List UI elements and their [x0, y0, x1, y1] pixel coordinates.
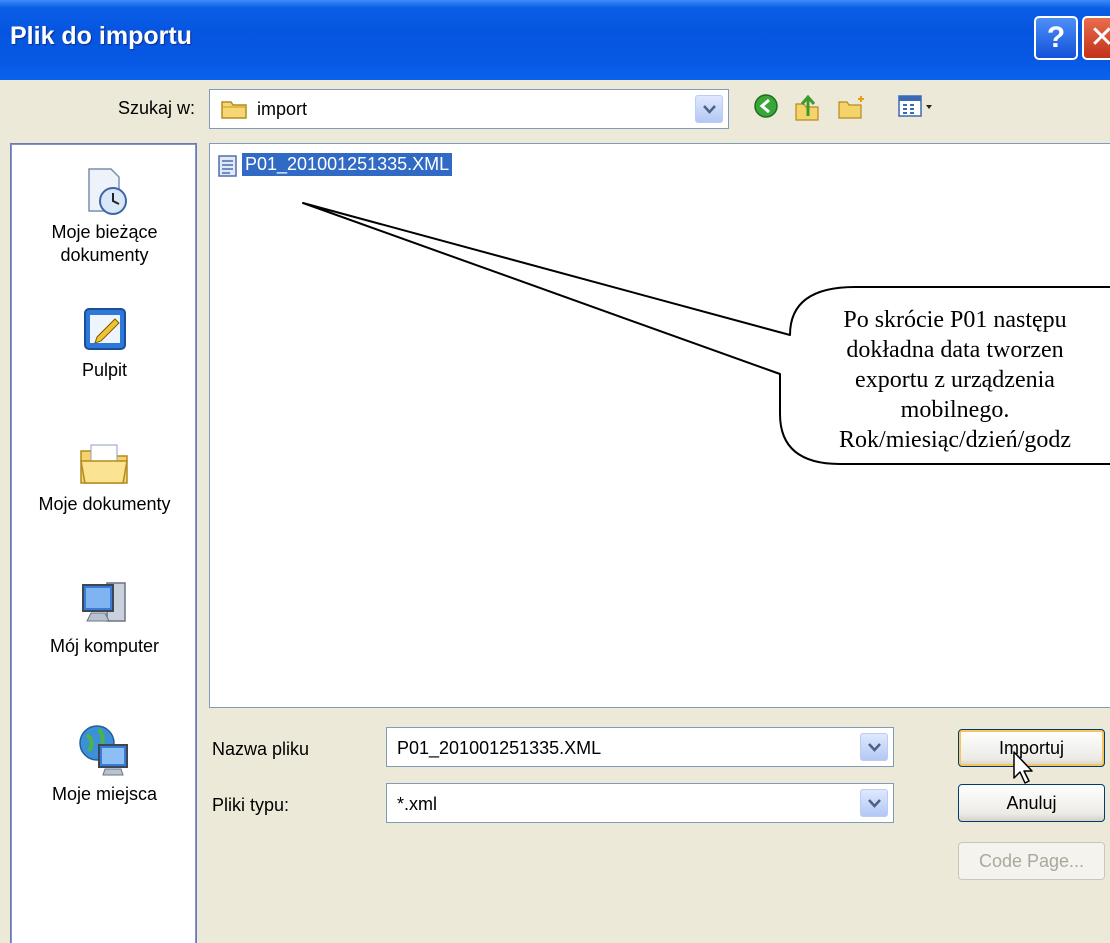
file-name-dropdown-button[interactable] [860, 733, 888, 761]
file-type-value: *.xml [397, 794, 437, 814]
code-page-button[interactable]: Code Page... [958, 842, 1105, 880]
callout-line: exportu z urządzenia [855, 367, 1055, 393]
file-name-label: Nazwa pliku [212, 739, 310, 759]
file-type-label: Pliki typu: [212, 795, 290, 815]
callout-line: Rok/miesiąc/dzień/godz [839, 427, 1071, 453]
file-type-dropdown-button[interactable] [860, 789, 888, 817]
callout-line: mobilnego. [900, 397, 1010, 423]
file-name-combo[interactable]: P01_201001251335.XML [386, 727, 894, 767]
chevron-down-icon [868, 743, 881, 752]
mouse-pointer-icon [1013, 751, 1033, 784]
chevron-down-icon [868, 799, 881, 808]
cancel-button[interactable]: Anuluj [958, 784, 1105, 822]
callout-text: Po skrócie P01 następu dokładna data two… [790, 305, 1110, 455]
file-type-combo[interactable]: *.xml [386, 783, 894, 823]
callout-line: dokładna data tworzen [846, 337, 1064, 363]
callout-line: Po skrócie P01 następu [843, 307, 1067, 333]
file-name-value: P01_201001251335.XML [397, 738, 602, 758]
